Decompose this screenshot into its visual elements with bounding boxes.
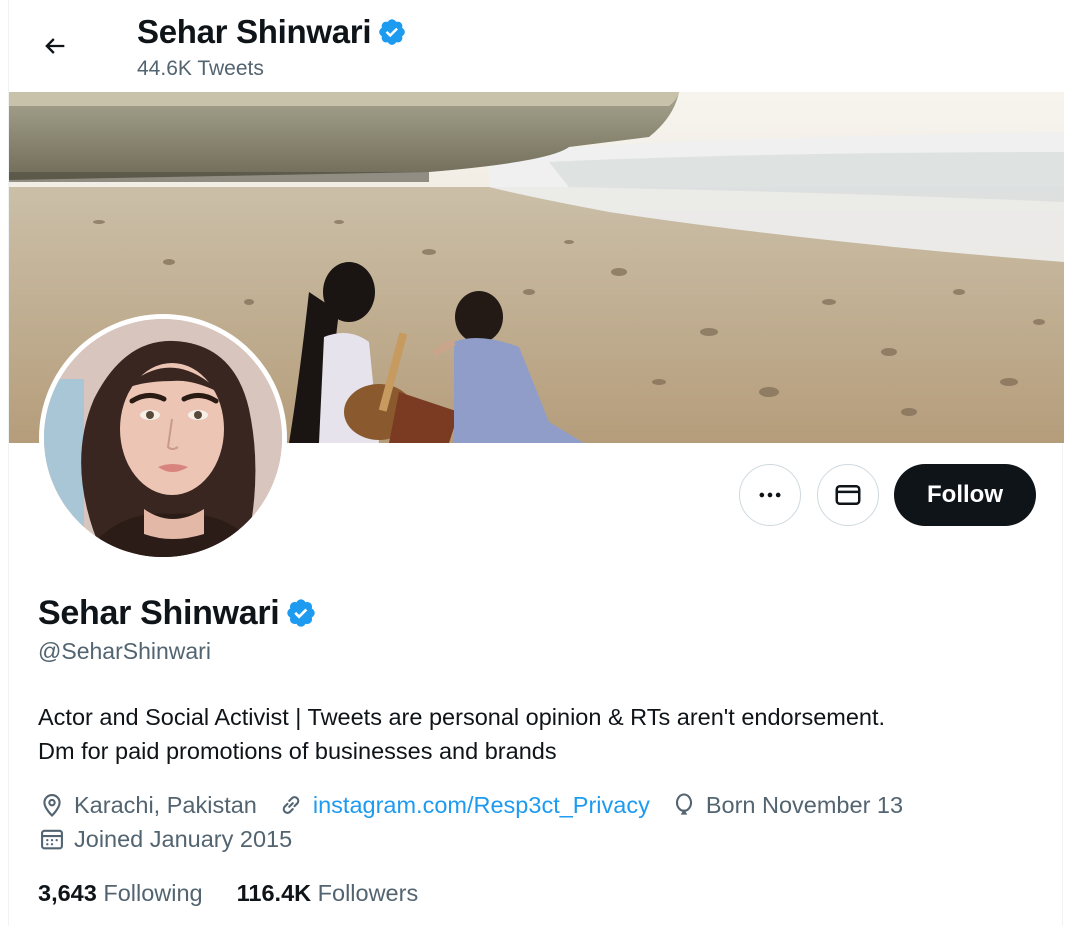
balloon-icon [675, 793, 692, 815]
envelope-icon [835, 485, 861, 505]
avatar-photo [44, 319, 282, 557]
avatar[interactable] [39, 314, 287, 562]
ellipsis-icon [759, 492, 781, 498]
website-item[interactable]: instagram.com/Resp3ct_Privacy [277, 788, 650, 822]
birthday-text: Born November 13 [705, 792, 904, 818]
profile-name-row: Sehar Shinwari [38, 591, 317, 635]
bio-line: Actor and Social Activist | Tweets are p… [38, 704, 886, 730]
message-button[interactable] [817, 464, 879, 526]
profile-page: Sehar Shinwari 44.6K Tweets Follow Sehar… [0, 0, 1068, 926]
meta-line: Karachi, Pakistan instagram.com/Resp3ct_… [38, 788, 1038, 822]
display-name: Sehar Shinwari [38, 593, 280, 632]
location-pin-icon [43, 794, 61, 817]
followers-link[interactable]: 116.4K Followers [237, 880, 419, 907]
bio-line: Dm for paid promotions of businesses and… [38, 738, 557, 764]
arrow-left-icon [45, 38, 65, 54]
follow-button[interactable]: Follow [894, 464, 1036, 526]
more-button[interactable] [739, 464, 801, 526]
back-button[interactable] [33, 24, 77, 68]
follow-stats: 3,643 Following 116.4K Followers [38, 880, 452, 907]
following-link[interactable]: 3,643 Following [38, 880, 203, 907]
tweet-count: 44.6K Tweets [137, 57, 264, 80]
followers-count: 116.4K [236, 880, 312, 906]
calendar-icon [41, 829, 63, 850]
verified-badge-icon [377, 17, 407, 47]
location-text: Karachi, Pakistan [74, 792, 257, 818]
top-bar: Sehar Shinwari 44.6K Tweets [9, 0, 1064, 92]
profile-meta: Karachi, Pakistan instagram.com/Resp3ct_… [38, 788, 1038, 856]
user-handle: @SeharShinwari [38, 638, 211, 664]
profile-column: Sehar Shinwari 44.6K Tweets Follow Sehar… [8, 0, 1064, 926]
website-link[interactable]: instagram.com/Resp3ct_Privacy [313, 788, 650, 822]
birthday-item: Born November 13 [670, 788, 903, 822]
joined-item: Joined January 2015 [38, 822, 292, 856]
followers-label: Followers [317, 880, 419, 906]
following-count: 3,643 [38, 880, 97, 906]
joined-text: Joined January 2015 [74, 826, 293, 852]
verified-badge-icon [285, 597, 317, 629]
meta-line: Joined January 2015 [38, 822, 1038, 856]
header-name-row: Sehar Shinwari [137, 12, 407, 52]
header-name: Sehar Shinwari [137, 13, 372, 50]
link-icon [282, 796, 300, 814]
location-item: Karachi, Pakistan [38, 788, 257, 822]
bio: Actor and Social Activist | Tweets are p… [38, 700, 1038, 768]
following-label: Following [103, 880, 203, 906]
